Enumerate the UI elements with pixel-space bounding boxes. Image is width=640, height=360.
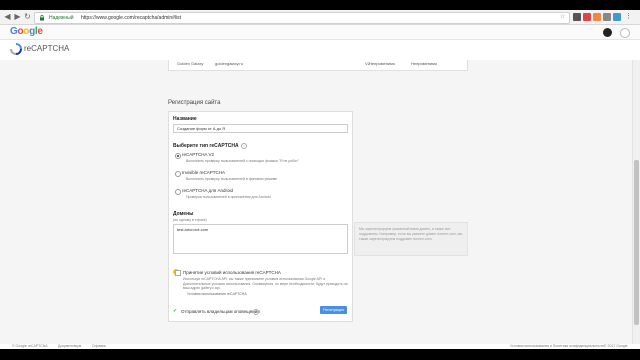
option-label-v2: reCAPTCHA V2 — [182, 152, 215, 157]
register-button[interactable]: Регистрация — [320, 306, 347, 314]
option-desc-v2: Выполнить проверку пользователей с помощ… — [186, 159, 299, 163]
extension-icon[interactable] — [583, 13, 591, 21]
scrollbar-thumb[interactable] — [634, 160, 639, 325]
google-bar — [0, 25, 640, 40]
recaptcha-logo-icon — [10, 43, 22, 55]
google-logo[interactable]: Google — [10, 26, 43, 38]
domains-hint-text: Мы зарегистрируем указанный вами домен, … — [359, 227, 463, 241]
url-text: https://www.google.com/recaptcha/admin#l… — [81, 15, 182, 21]
domains-sublabel: (по одному в строке) — [173, 218, 207, 222]
extension-icon[interactable] — [613, 13, 621, 21]
option-desc-android: Проверка пользователей в приложении для … — [186, 195, 271, 199]
option-label-invisible: Invisible reCAPTCHA — [182, 170, 226, 175]
domains-label: Домены — [173, 211, 194, 217]
footer-copyright: © 2017 Google — [604, 344, 628, 348]
site-col2: Неприменимо — [411, 61, 438, 66]
star-icon[interactable]: ☆ — [560, 14, 566, 20]
option-label-android: reCAPTCHA для Android — [182, 188, 233, 193]
footer-link[interactable]: Условия использования и Политика конфиде… — [510, 344, 604, 349]
domains-hint: Мы зарегистрируем указанный вами домен, … — [354, 222, 468, 256]
tos-checkbox[interactable] — [175, 270, 181, 276]
help-icon[interactable]: ? — [253, 309, 259, 315]
tos-text: Используя reCAPTCHA API, вы также приним… — [183, 277, 348, 290]
footer-link[interactable]: © Google reCAPTCHA — [12, 344, 48, 349]
site-name: Golden Galaxy — [177, 61, 204, 66]
forward-icon[interactable]: ▶ — [13, 12, 22, 21]
name-label: Название — [173, 116, 197, 122]
page-title: reCAPTCHA — [24, 44, 70, 53]
domains-textarea[interactable]: test.artcrorot.com — [173, 224, 348, 254]
footer-link[interactable]: Документация — [58, 344, 81, 349]
footer-link[interactable]: Справка — [92, 344, 106, 349]
register-heading: Регистрация сайта — [168, 100, 221, 106]
avatar[interactable] — [620, 28, 630, 38]
menu-icon[interactable]: ⋮ — [625, 13, 633, 21]
extension-icon[interactable] — [603, 13, 611, 21]
radio-invisible[interactable] — [175, 171, 181, 177]
type-label: Выберите тип reCAPTCHA — [173, 143, 239, 149]
tos-label: Принятие условий использования reCAPTCHA — [183, 270, 281, 275]
site-row[interactable]: Golden Galaxy goldengalaxy.ru V2 Неприме… — [168, 60, 468, 71]
alerts-label: Отправлять владельцам оповещения — [181, 309, 260, 314]
secure-label: Надежный — [49, 15, 74, 21]
radio-v2[interactable] — [175, 153, 181, 159]
lock-icon — [40, 15, 44, 21]
extension-icon[interactable] — [593, 13, 601, 21]
site-col1: Неприменимо — [369, 61, 396, 66]
name-input[interactable]: Создание форм от А до Я — [173, 124, 348, 133]
back-icon[interactable]: ◀ — [3, 12, 12, 21]
extension-icon[interactable] — [573, 13, 581, 21]
check-icon[interactable]: ✔ — [173, 308, 177, 314]
help-icon[interactable]: ? — [241, 143, 247, 149]
settings-icon[interactable] — [603, 28, 612, 37]
tos-link[interactable]: Условия использования reCAPTCHA — [187, 292, 247, 296]
register-form: Название Создание форм от А до Я Выберит… — [168, 111, 353, 322]
site-domain: goldengalaxy.ru — [215, 61, 243, 66]
option-desc-invisible: Выполнить проверку пользователей в фонов… — [186, 177, 278, 181]
radio-android[interactable] — [175, 189, 181, 195]
reload-icon[interactable]: ↻ — [23, 12, 32, 21]
address-bar[interactable]: Надежный https://www.google.com/recaptch… — [34, 12, 570, 24]
recaptcha-header — [0, 40, 640, 61]
browser-toolbar: ◀ ▶ ↻ Надежный https://www.google.com/re… — [0, 10, 640, 25]
